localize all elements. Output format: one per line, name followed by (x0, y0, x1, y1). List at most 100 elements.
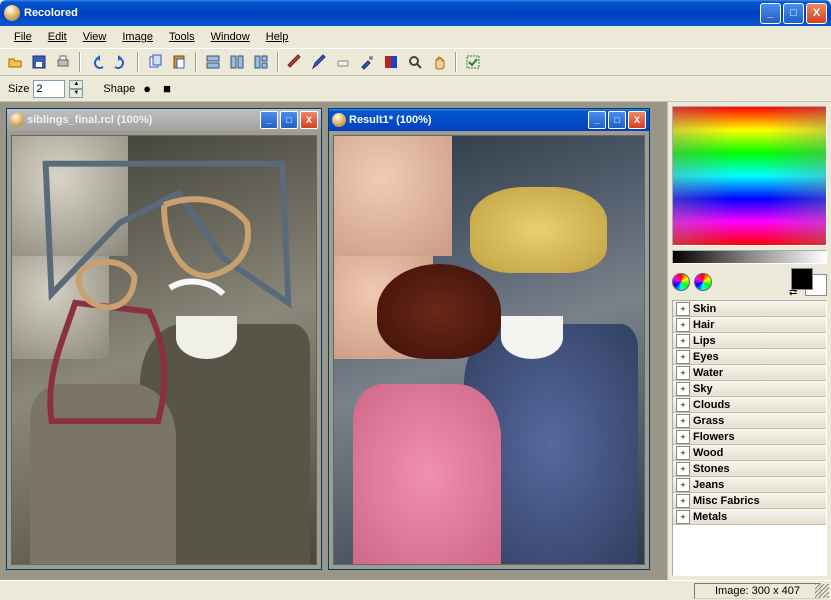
palette-item-sky[interactable]: +Sky (673, 381, 826, 397)
palette-item-lips[interactable]: +Lips (673, 333, 826, 349)
doc2-minimize-button[interactable]: _ (588, 111, 606, 129)
menu-help[interactable]: Help (258, 29, 297, 45)
doc2-close-button[interactable]: X (628, 111, 646, 129)
side-panel: ⇄ +Skin+Hair+Lips+Eyes+Water+Sky+Clouds+… (667, 102, 831, 580)
shape-round-button[interactable]: ● (139, 81, 155, 96)
copy-button[interactable] (144, 51, 166, 73)
redo-button[interactable] (110, 51, 132, 73)
colorize-icon (383, 54, 399, 70)
tile-horizontal-button[interactable] (202, 51, 224, 73)
menu-file[interactable]: File (6, 29, 40, 45)
menu-view[interactable]: View (75, 29, 115, 45)
cascade-icon (253, 54, 269, 70)
palette-item-metals[interactable]: +Metals (673, 509, 826, 525)
palette-label: Eyes (693, 351, 719, 363)
window-title: Recolored (24, 7, 758, 19)
brush-icon (287, 54, 303, 70)
doc1-maximize-button[interactable]: □ (280, 111, 298, 129)
color-spectrum[interactable] (672, 106, 827, 246)
maximize-button[interactable]: □ (783, 3, 804, 24)
expand-icon[interactable]: + (676, 446, 690, 460)
palette-item-eyes[interactable]: +Eyes (673, 349, 826, 365)
pencil-button[interactable] (308, 51, 330, 73)
expand-icon[interactable]: + (676, 382, 690, 396)
palette-label: Sky (693, 383, 713, 395)
palette-item-jeans[interactable]: +Jeans (673, 477, 826, 493)
close-button[interactable]: X (806, 3, 827, 24)
palette-item-skin[interactable]: +Skin (673, 301, 826, 317)
palette-item-hair[interactable]: +Hair (673, 317, 826, 333)
palette-label: Water (693, 367, 723, 379)
palette-item-stones[interactable]: +Stones (673, 461, 826, 477)
hue-wheel-1[interactable] (672, 273, 690, 291)
size-input[interactable] (33, 80, 65, 98)
expand-icon[interactable]: + (676, 462, 690, 476)
doc1-image (11, 135, 317, 565)
doc2-canvas[interactable] (329, 131, 649, 569)
expand-icon[interactable]: + (676, 302, 690, 316)
shape-square-button[interactable]: ■ (159, 81, 175, 96)
undo-button[interactable] (86, 51, 108, 73)
doc2-icon (332, 113, 346, 127)
open-button[interactable] (4, 51, 26, 73)
tile-vertical-icon (229, 54, 245, 70)
minimize-button[interactable]: _ (760, 3, 781, 24)
status-image-info: Image: 300 x 407 (694, 583, 821, 599)
expand-icon[interactable]: + (676, 318, 690, 332)
eyedropper-button[interactable] (356, 51, 378, 73)
palette-list[interactable]: +Skin+Hair+Lips+Eyes+Water+Sky+Clouds+Gr… (672, 300, 827, 576)
palette-item-clouds[interactable]: +Clouds (673, 397, 826, 413)
expand-icon[interactable]: + (676, 366, 690, 380)
toolbar (0, 48, 831, 76)
menu-edit[interactable]: Edit (40, 29, 75, 45)
doc2-titlebar[interactable]: Result1* (100%) _ □ X (329, 109, 649, 131)
palette-label: Lips (693, 335, 716, 347)
expand-icon[interactable]: + (676, 398, 690, 412)
save-button[interactable] (28, 51, 50, 73)
menubar: File Edit View Image Tools Window Help (0, 26, 831, 48)
palette-item-grass[interactable]: +Grass (673, 413, 826, 429)
menu-tools[interactable]: Tools (161, 29, 203, 45)
tile-vertical-button[interactable] (226, 51, 248, 73)
palette-item-wood[interactable]: +Wood (673, 445, 826, 461)
palette-label: Metals (693, 511, 727, 523)
doc1-canvas[interactable] (7, 131, 321, 569)
palette-item-water[interactable]: +Water (673, 365, 826, 381)
cascade-button[interactable] (250, 51, 272, 73)
doc2-maximize-button[interactable]: □ (608, 111, 626, 129)
expand-icon[interactable]: + (676, 334, 690, 348)
expand-icon[interactable]: + (676, 414, 690, 428)
statusbar: Image: 300 x 407 (0, 580, 831, 600)
doc1-titlebar[interactable]: siblings_final.rcl (100%) _ □ X (7, 109, 321, 131)
palette-label: Hair (693, 319, 714, 331)
document-window-1[interactable]: siblings_final.rcl (100%) _ □ X (6, 108, 322, 570)
foreground-swatch[interactable] (791, 268, 813, 290)
print-icon (55, 54, 71, 70)
menu-window[interactable]: Window (203, 29, 258, 45)
marquee-button[interactable] (462, 51, 484, 73)
brush-button[interactable] (284, 51, 306, 73)
size-spinner[interactable]: ▲▼ (69, 80, 83, 98)
print-button[interactable] (52, 51, 74, 73)
resize-grip[interactable] (815, 584, 829, 598)
expand-icon[interactable]: + (676, 494, 690, 508)
hue-wheel-2[interactable] (694, 273, 712, 291)
shade-strip[interactable] (672, 250, 827, 264)
expand-icon[interactable]: + (676, 430, 690, 444)
expand-icon[interactable]: + (676, 350, 690, 364)
colorize-button[interactable] (380, 51, 402, 73)
zoom-button[interactable] (404, 51, 426, 73)
document-window-2[interactable]: Result1* (100%) _ □ X (328, 108, 650, 570)
paste-button[interactable] (168, 51, 190, 73)
expand-icon[interactable]: + (676, 478, 690, 492)
doc1-minimize-button[interactable]: _ (260, 111, 278, 129)
palette-item-flowers[interactable]: +Flowers (673, 429, 826, 445)
redo-icon (113, 54, 129, 70)
palette-item-misc-fabrics[interactable]: +Misc Fabrics (673, 493, 826, 509)
doc1-close-button[interactable]: X (300, 111, 318, 129)
zoom-icon (407, 54, 423, 70)
expand-icon[interactable]: + (676, 510, 690, 524)
menu-image[interactable]: Image (114, 29, 161, 45)
eraser-button[interactable] (332, 51, 354, 73)
hand-button[interactable] (428, 51, 450, 73)
